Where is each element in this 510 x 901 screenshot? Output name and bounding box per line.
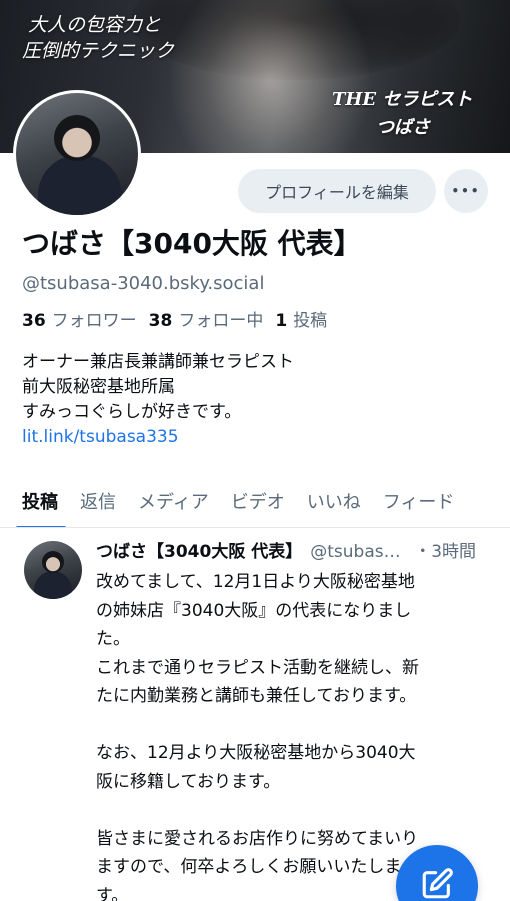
edit-profile-button[interactable]: プロフィールを編集 bbox=[238, 169, 436, 213]
followers-label: フォロワー bbox=[51, 311, 137, 331]
tab-label: ビデオ bbox=[230, 492, 285, 513]
bio-line: すみっコぐらしが好きです。 bbox=[22, 402, 242, 422]
tab-posts[interactable]: 投稿 bbox=[0, 474, 69, 527]
avatar-figure-head bbox=[54, 115, 100, 161]
banner-caption-2: 圧倒的テクニック bbox=[22, 40, 175, 62]
bio-line: オーナー兼店長兼講師兼セラピスト bbox=[22, 352, 294, 372]
tab-replies[interactable]: 返信 bbox=[69, 474, 127, 527]
profile-bio: オーナー兼店長兼講師兼セラピスト 前大阪秘密基地所属 すみっコぐらしが好きです。… bbox=[22, 350, 294, 450]
posts-label: 投稿 bbox=[293, 311, 328, 331]
post-text-gap bbox=[96, 796, 496, 825]
posts-count: 1 bbox=[275, 311, 288, 331]
profile-stats: 36 フォロワー 38 フォロー中 1 投稿 bbox=[22, 308, 327, 334]
post-text-line: これまで通りセラピスト活動を継続し、新 bbox=[96, 657, 419, 678]
banner-caption-1: 大人の包容力と bbox=[28, 14, 162, 36]
post-timestamp: ・3時間 bbox=[414, 542, 477, 562]
post-text-gap bbox=[96, 711, 496, 740]
posts-stat: 1 投稿 bbox=[275, 308, 327, 334]
more-options-button[interactable]: ••• bbox=[444, 169, 488, 213]
tab-feeds[interactable]: フィード bbox=[372, 474, 466, 527]
bio-link[interactable]: lit.link/tsubasa335 bbox=[22, 425, 294, 450]
post-header: つばさ【3040大阪 代表】 @tsubasa-3040.bsky.social… bbox=[96, 539, 496, 565]
post-text-line: なお、12月より大阪秘密基地から3040大 bbox=[96, 743, 416, 763]
banner-caption-4: つばさ bbox=[376, 117, 430, 138]
compose-icon bbox=[422, 868, 453, 899]
avatar-figure-head bbox=[42, 551, 64, 573]
post-author-handle[interactable]: @tsubasa-3040.bsky.social bbox=[310, 539, 406, 565]
avatar-figure-body bbox=[38, 155, 122, 215]
following-label: フォロー中 bbox=[178, 311, 264, 331]
tab-label: 返信 bbox=[80, 492, 116, 513]
banner-caption-3: THE セラピスト bbox=[332, 89, 473, 110]
followers-count: 36 bbox=[22, 311, 46, 331]
post-text-line: 阪に移籍しております。 bbox=[96, 771, 281, 792]
post-author-avatar[interactable] bbox=[24, 541, 82, 599]
followers-stat[interactable]: 36 フォロワー bbox=[22, 308, 137, 334]
tab-label: いいね bbox=[306, 492, 361, 513]
following-stat[interactable]: 38 フォロー中 bbox=[149, 308, 264, 334]
tab-label: メディア bbox=[138, 492, 209, 513]
post-author-name[interactable]: つばさ【3040大阪 代表】 bbox=[96, 539, 302, 565]
post-text-line: た。 bbox=[96, 629, 130, 649]
following-count: 38 bbox=[148, 311, 173, 331]
tab-media[interactable]: メディア bbox=[127, 474, 220, 527]
banner-photo-face bbox=[170, 0, 370, 153]
profile-avatar[interactable] bbox=[13, 90, 141, 218]
post-text-line: の姉妹店『3040大阪』の代表になりまし bbox=[96, 600, 412, 621]
bio-line: 前大阪秘密基地所属 bbox=[22, 377, 175, 397]
tab-label: 投稿 bbox=[22, 492, 58, 513]
display-name: つばさ【3040大阪 代表】 bbox=[22, 227, 362, 260]
profile-handle: @tsubasa-3040.bsky.social bbox=[22, 273, 265, 294]
post-text-line: たに内勤業務と講師も兼任しております。 bbox=[96, 686, 417, 706]
avatar-figure-body bbox=[34, 571, 72, 599]
tab-videos[interactable]: ビデオ bbox=[220, 474, 296, 527]
tab-label: フィード bbox=[382, 492, 455, 513]
post-text-line: 改めてまして、12月1日より大阪秘密基地 bbox=[96, 572, 415, 592]
tab-likes[interactable]: いいね bbox=[296, 474, 372, 527]
more-horizontal-icon: ••• bbox=[451, 184, 481, 198]
profile-tabs: 投稿 返信 メディア ビデオ いいね フィード bbox=[0, 474, 510, 528]
